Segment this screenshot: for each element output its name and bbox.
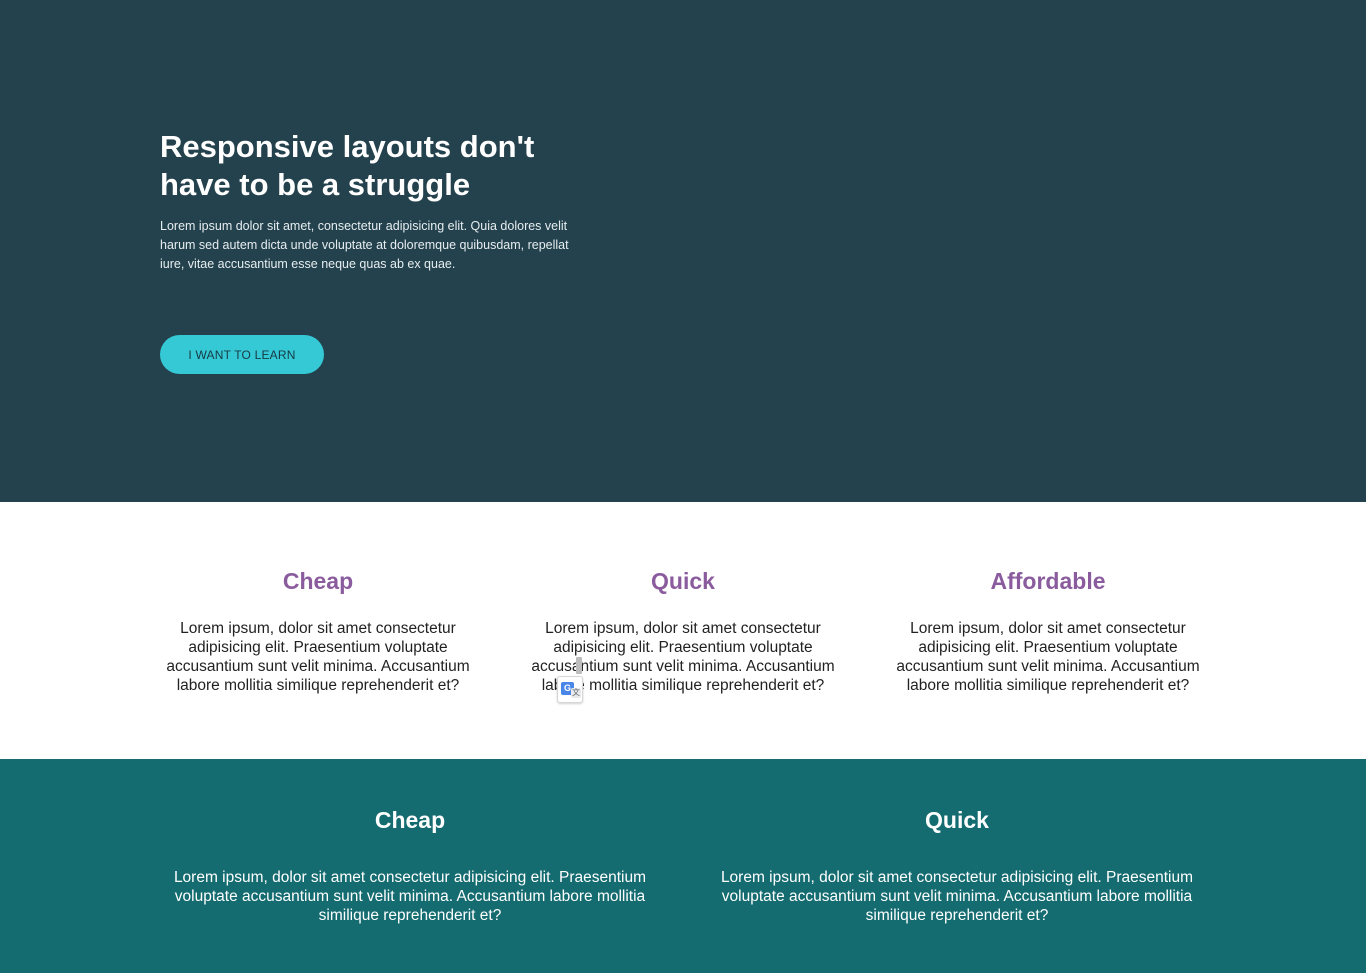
learn-button[interactable]: I WANT TO LEARN [160,335,324,374]
bottom-title: Cheap [374,807,446,833]
translate-char-glyph: 文 [571,688,581,698]
feature-text: Lorem ipsum, dolor sit amet consectetur … [166,620,470,694]
bottom-title: Quick [925,807,989,833]
bottom-text: Lorem ipsum, dolor sit amet consectetur … [720,869,1194,924]
feature-text: Lorem ipsum, dolor sit amet consectetur … [896,620,1200,694]
page: Responsive layouts don't have to be a st… [0,0,1366,973]
feature-title: Cheap [282,568,354,594]
selection-handle[interactable] [576,657,582,674]
google-translate-icon[interactable]: G 文 [557,676,583,703]
bottom-text: Lorem ipsum, dolor sit amet consectetur … [173,869,647,924]
feature-title: Quick [651,568,715,594]
feature-title: Affordable [990,568,1106,594]
hero-title: Responsive layouts don't have to be a st… [160,129,535,202]
bottom-section: Cheap Lorem ipsum, dolor sit amet consec… [0,759,1366,973]
hero-section: Responsive layouts don't have to be a st… [0,0,1366,502]
features-section: Cheap Lorem ipsum, dolor sit amet consec… [0,502,1366,759]
hero-description: Lorem ipsum dolor sit amet, consectetur … [160,219,569,271]
